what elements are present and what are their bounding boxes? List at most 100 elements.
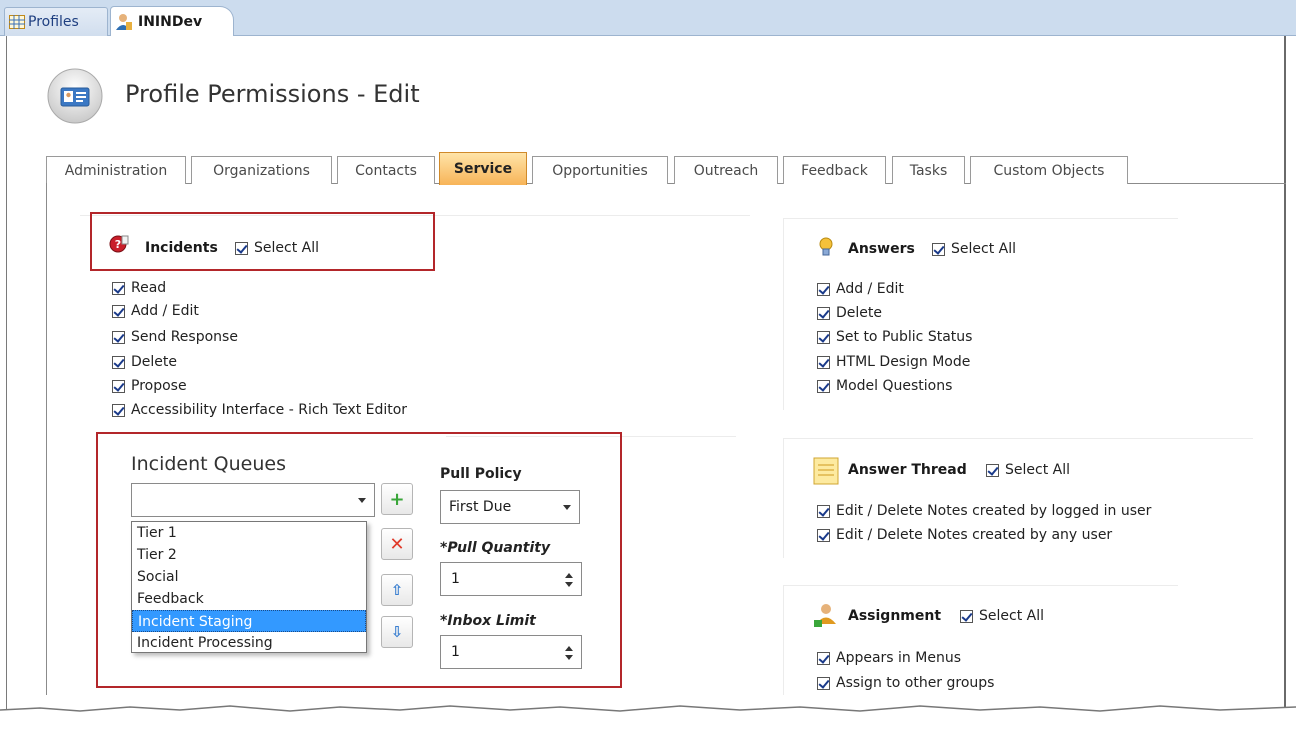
spin-down-icon[interactable] [565,655,573,660]
queue-option-social[interactable]: Social [132,566,366,588]
app-tab-inindev[interactable]: ININDev [110,6,234,36]
answer-permission-add-edit[interactable]: Add / Edit [817,281,904,297]
chevron-down-icon[interactable] [563,505,571,510]
assignment-user-icon [814,604,836,627]
checkbox[interactable] [817,330,830,344]
answer-permission-delete[interactable]: Delete [817,305,882,321]
divider [783,218,1178,219]
queue-option-incident-staging[interactable]: Incident Staging [132,610,366,632]
answers-select-all[interactable]: Select All [932,241,1016,257]
queue-option-tier-2[interactable]: Tier 2 [132,544,366,566]
permission-label: Set to Public Status [836,329,973,345]
arrow-down-icon: ⇩ [390,623,404,641]
answer-thread-select-all[interactable]: Select All [986,462,1070,478]
tab-service[interactable]: Service [439,152,527,185]
checkbox[interactable] [817,379,830,393]
tab-tasks[interactable]: Tasks [892,156,965,184]
tab-outreach[interactable]: Outreach [674,156,778,184]
move-up-button[interactable]: ⇧ [381,574,413,606]
queue-select[interactable] [131,483,375,517]
tab-custom-objects[interactable]: Custom Objects [970,156,1128,184]
incident-permission-send-response[interactable]: Send Response [112,329,238,345]
checkbox[interactable] [112,355,125,369]
incident-question-icon: ? [109,235,129,253]
app-tab-label: ININDev [138,13,203,30]
checkbox[interactable] [932,242,945,256]
permission-label: HTML Design Mode [836,354,971,370]
checkbox[interactable] [112,379,125,393]
spin-up-icon[interactable] [565,573,573,578]
pull-quantity-stepper[interactable]: 1 [440,562,582,596]
divider [783,438,1253,439]
checkbox[interactable] [235,241,248,255]
chevron-down-icon[interactable] [358,498,366,503]
select-all-label: Select All [979,608,1044,624]
page-title: Profile Permissions - Edit [125,80,420,108]
queue-option-tier-1[interactable]: Tier 1 [132,522,366,544]
app-tab-label: Profiles [28,14,79,30]
checkbox[interactable] [986,463,999,477]
add-queue-button[interactable]: + [381,483,413,515]
pull-policy-value: First Due [449,499,512,515]
checkbox[interactable] [817,504,830,518]
app-tab-profiles[interactable]: Profiles [4,7,108,36]
incident-permission-delete[interactable]: Delete [112,354,177,370]
move-down-button[interactable]: ⇩ [381,616,413,648]
inbox-limit-stepper[interactable]: 1 [440,635,582,669]
spin-up-icon[interactable] [565,646,573,651]
tab-feedback[interactable]: Feedback [783,156,886,184]
checkbox[interactable] [112,304,125,318]
assignment-title: Assignment [848,608,942,624]
incident-permission-read[interactable]: Read [112,280,166,296]
checkbox[interactable] [112,281,125,295]
incident-permission-propose[interactable]: Propose [112,378,187,394]
answer-permission-model-questions[interactable]: Model Questions [817,378,952,394]
permission-label: Read [131,280,167,296]
permission-label: Add / Edit [836,281,904,297]
incident-queues-title: Incident Queues [131,453,286,475]
tab-administration[interactable]: Administration [46,156,186,184]
pull-policy-label: Pull Policy [440,466,522,482]
select-all-label: Select All [951,241,1016,257]
incident-permission-accessibility[interactable]: Accessibility Interface - Rich Text Edit… [112,402,407,418]
checkbox[interactable] [817,282,830,296]
permission-label: Appears in Menus [836,650,961,666]
answer-permission-public-status[interactable]: Set to Public Status [817,329,972,345]
checkbox[interactable] [817,528,830,542]
svg-text:?: ? [115,238,121,251]
queue-option-incident-processing[interactable]: Incident Processing [132,632,366,654]
queue-option-feedback[interactable]: Feedback [132,588,366,610]
permission-label: Edit / Delete Notes created by any user [836,527,1113,543]
incidents-select-all[interactable]: Select All [235,240,319,256]
tab-contacts[interactable]: Contacts [337,156,435,184]
assignment-permission-menus[interactable]: Appears in Menus [817,650,961,666]
queue-dropdown-list[interactable]: Tier 1 Tier 2 Social Feedback Incident S… [131,521,367,653]
pull-quantity-label: *Pull Quantity [440,540,551,556]
permission-label: Model Questions [836,378,953,394]
thread-permission-own-notes[interactable]: Edit / Delete Notes created by logged in… [817,503,1151,519]
divider [783,585,1178,586]
checkbox[interactable] [112,330,125,344]
checkbox[interactable] [817,306,830,320]
tab-organizations[interactable]: Organizations [191,156,332,184]
person-icon [116,13,132,30]
remove-queue-button[interactable]: ✕ [381,528,413,560]
checkbox[interactable] [817,355,830,369]
tab-opportunities[interactable]: Opportunities [532,156,668,184]
close-icon: ✕ [389,533,405,555]
section-tabs: Administration Organizations Contacts Se… [46,152,1296,185]
permission-label: Edit / Delete Notes created by logged in… [836,503,1152,519]
answer-permission-html-design[interactable]: HTML Design Mode [817,354,970,370]
incident-permission-add-edit[interactable]: Add / Edit [112,303,199,319]
checkbox[interactable] [960,609,973,623]
spin-down-icon[interactable] [565,582,573,587]
lightbulb-icon [819,237,833,256]
pull-policy-select[interactable]: First Due [440,490,580,524]
permission-label: Accessibility Interface - Rich Text Edit… [131,402,408,418]
checkbox[interactable] [817,651,830,665]
thread-permission-any-notes[interactable]: Edit / Delete Notes created by any user [817,527,1112,543]
torn-edge-decoration [0,705,1296,736]
assignment-select-all[interactable]: Select All [960,608,1044,624]
permission-label: Add / Edit [131,303,199,319]
checkbox[interactable] [112,403,125,417]
